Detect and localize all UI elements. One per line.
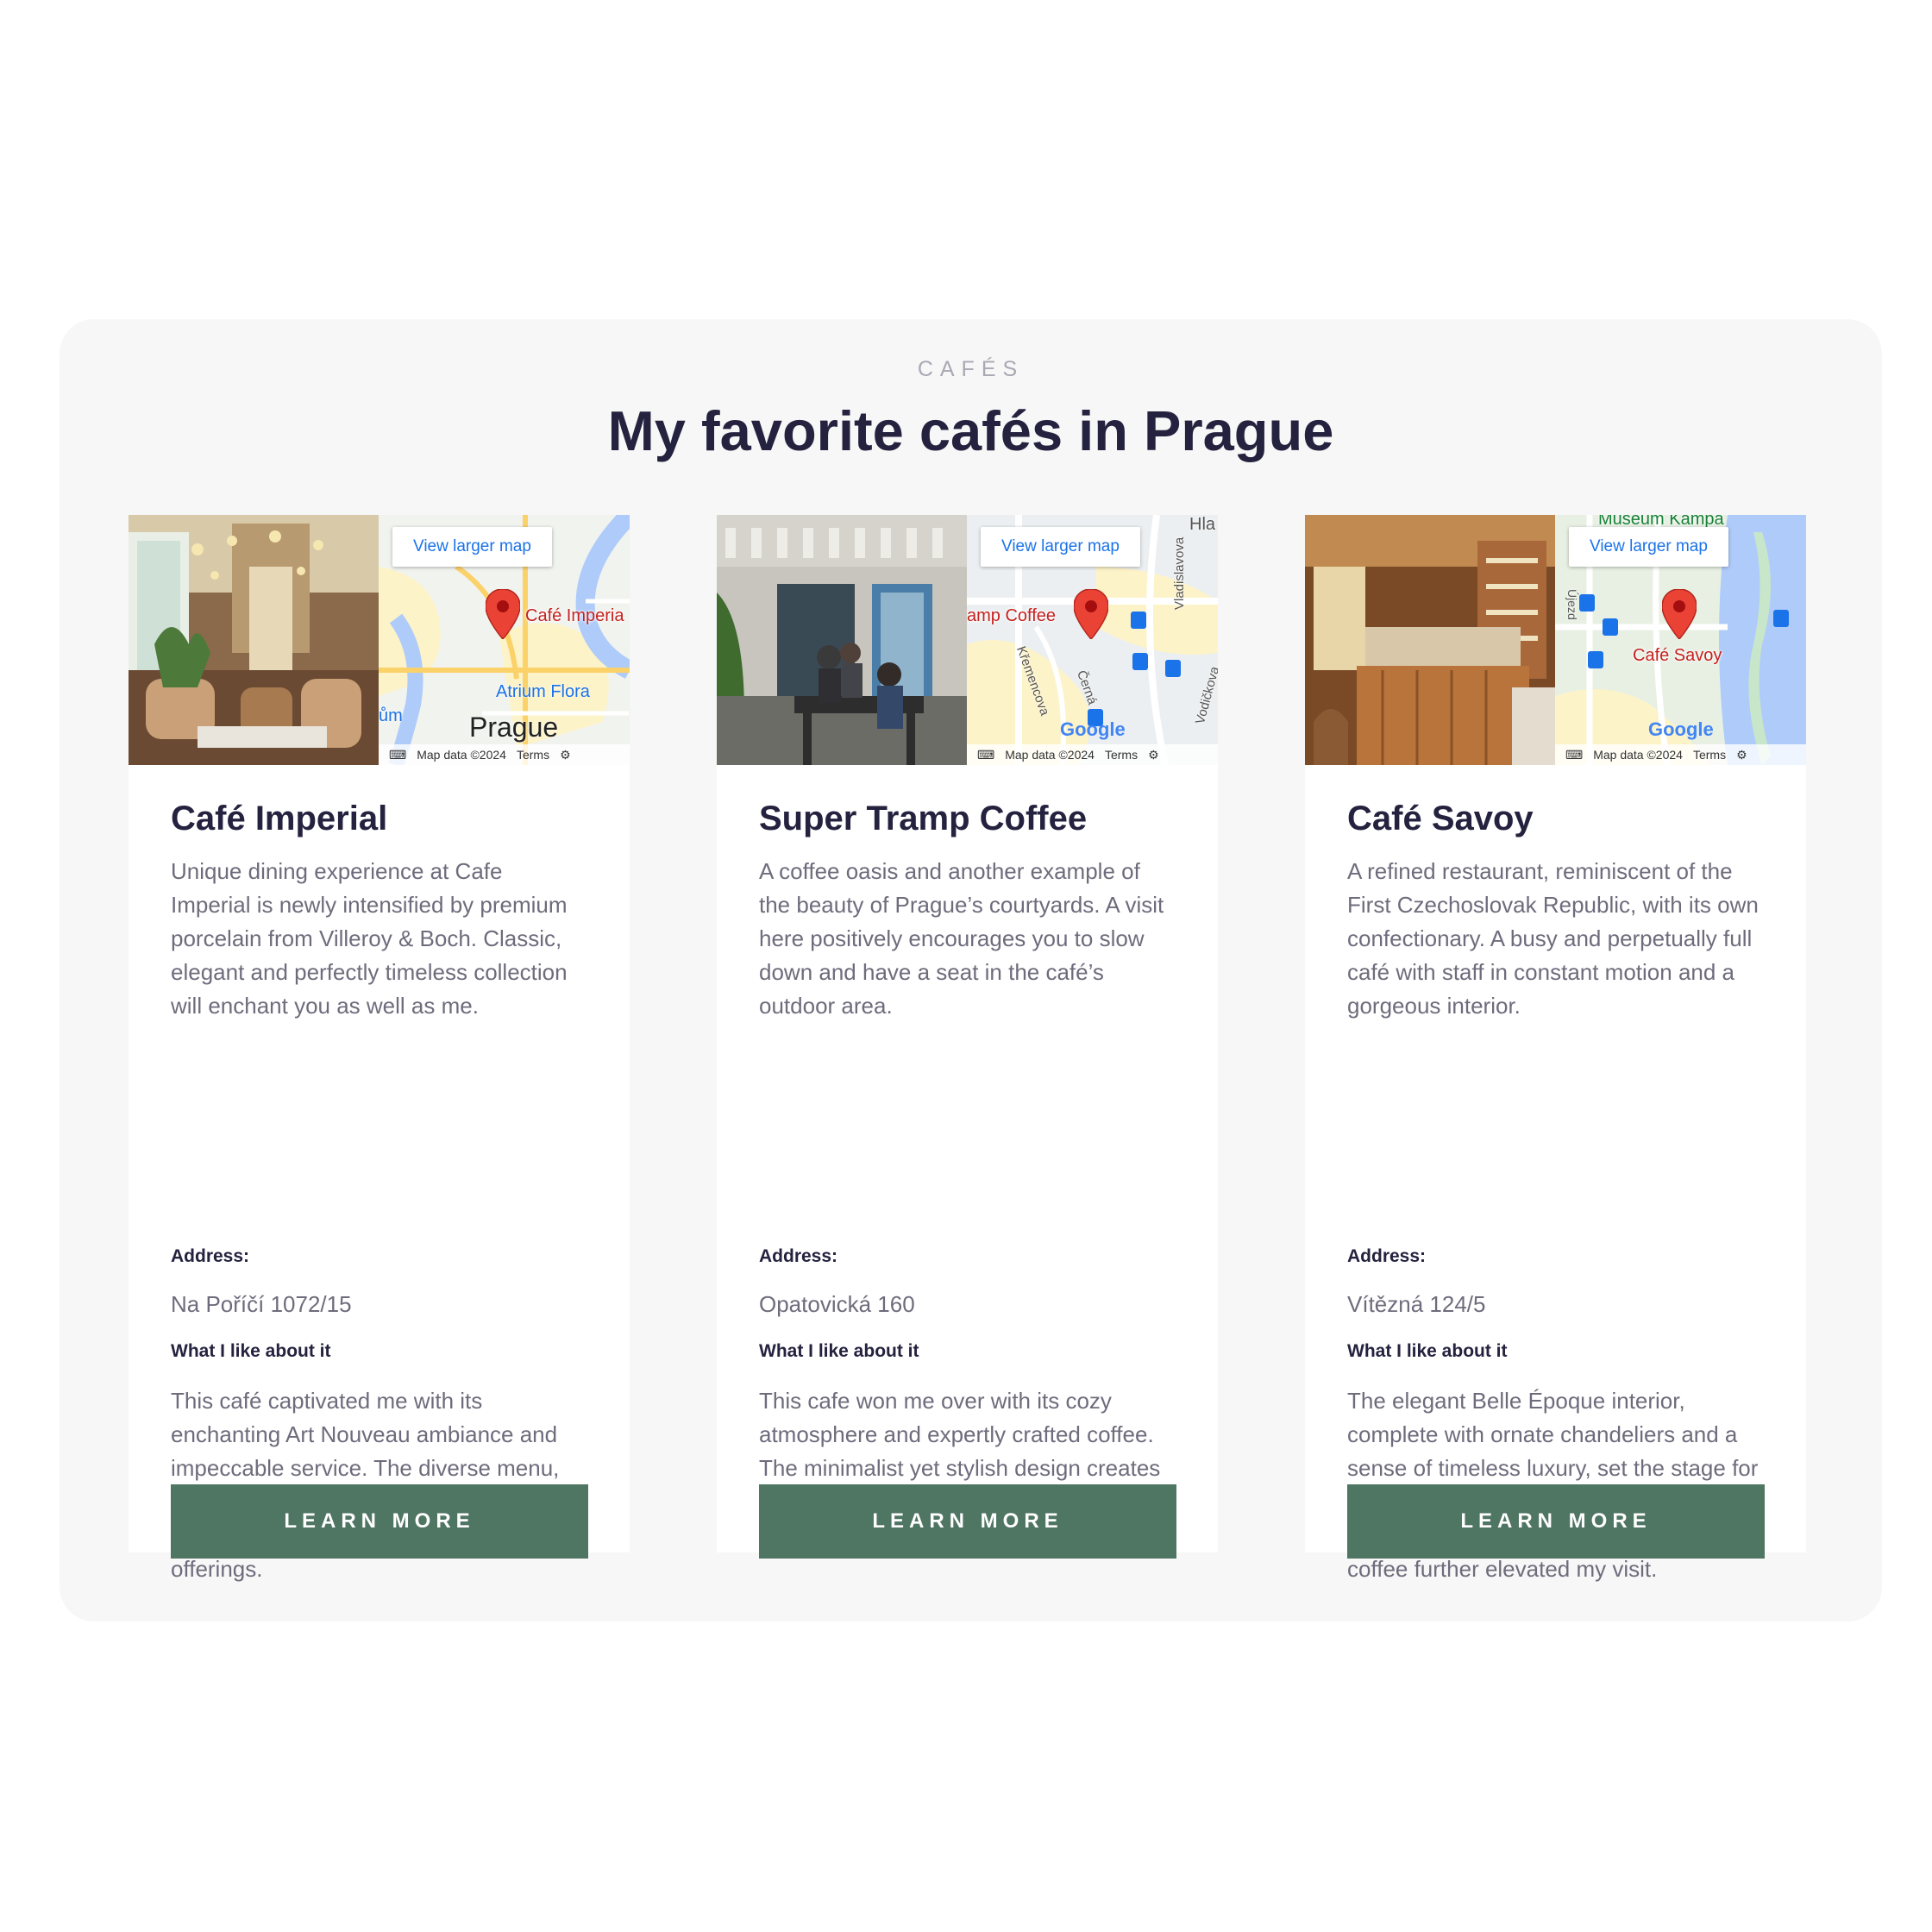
cafe-bar-image xyxy=(1305,515,1555,765)
cafe-photo xyxy=(129,515,379,765)
view-larger-map-link[interactable]: View larger map xyxy=(392,527,552,567)
map-data-text: Map data ©2024 xyxy=(1005,748,1095,762)
map-footer: ⌨ Map data ©2024 Terms ⚙ xyxy=(967,744,1218,765)
google-logo: Google xyxy=(1060,718,1126,740)
map-pin-label: amp Coffee xyxy=(967,606,1057,625)
cafe-map[interactable]: View larger map amp Coffee Hla Vladislav… xyxy=(967,515,1218,765)
cafe-courtyard-image xyxy=(717,515,967,765)
card-media: View larger map amp Coffee Hla Vladislav… xyxy=(717,515,1218,765)
map-footer: ⌨ Map data ©2024 Terms ⚙ xyxy=(379,744,630,765)
map-pin-icon xyxy=(1074,589,1108,639)
cafe-card-super-tramp: View larger map amp Coffee Hla Vladislav… xyxy=(717,515,1218,1559)
google-logo: Google xyxy=(1648,718,1714,740)
cafe-address: Vítězná 124/5 xyxy=(1347,1291,1486,1317)
map-street-label: Vladislavova xyxy=(1172,536,1187,610)
map-footer: ⌨ Map data ©2024 Terms ⚙ xyxy=(1555,744,1806,765)
map-pin-label: Café Imperia xyxy=(525,606,624,625)
map-terms-link[interactable]: Terms xyxy=(1105,748,1138,762)
map-data-text: Map data ©2024 xyxy=(1593,748,1683,762)
view-larger-map-link[interactable]: View larger map xyxy=(1569,527,1728,567)
map-place-label: Atrium Flora xyxy=(496,682,590,701)
like-label: What I like about it xyxy=(171,1341,331,1361)
cafe-photo xyxy=(717,515,967,765)
map-street-label: Újezd xyxy=(1565,589,1579,620)
cafe-description: Unique dining experience at Cafe Imperia… xyxy=(171,858,568,1019)
map-city-label: Prague xyxy=(469,712,559,743)
keyboard-icon[interactable]: ⌨ xyxy=(1565,748,1583,762)
keyboard-icon[interactable]: ⌨ xyxy=(389,748,406,762)
cafes-section: CAFÉS My favorite cafés in Prague View l… xyxy=(60,319,1882,1622)
address-label: Address: xyxy=(759,1246,838,1266)
section-eyebrow: CAFÉS xyxy=(917,357,1025,381)
map-pin-icon xyxy=(486,589,520,639)
cafe-address: Na Poříčí 1072/15 xyxy=(171,1291,352,1317)
map-terms-link[interactable]: Terms xyxy=(1693,748,1726,762)
cafe-map[interactable]: Museum Kampa View larger map Café Savoy … xyxy=(1555,515,1806,765)
like-label: What I like about it xyxy=(759,1341,919,1361)
section-title: My favorite cafés in Prague xyxy=(607,399,1334,462)
map-pin-label: Café Savoy xyxy=(1633,646,1722,665)
learn-more-button[interactable]: LEARN MORE xyxy=(759,1484,1176,1559)
card-media: View larger map Café Imperia Atrium Flor… xyxy=(129,515,630,765)
settings-icon[interactable]: ⚙ xyxy=(1736,748,1747,762)
map-data-text: Map data ©2024 xyxy=(417,748,506,762)
settings-icon[interactable]: ⚙ xyxy=(1148,748,1159,762)
cafe-map[interactable]: View larger map Café Imperia Atrium Flor… xyxy=(379,515,630,765)
cafe-description: A coffee oasis and another example of th… xyxy=(759,858,1164,1019)
map-pin-icon xyxy=(1662,589,1697,639)
cafe-name: Super Tramp Coffee xyxy=(759,800,1088,837)
cafe-address: Opatovická 160 xyxy=(759,1291,915,1317)
map-place-label: Hla xyxy=(1189,515,1216,534)
learn-more-button[interactable]: LEARN MORE xyxy=(1347,1484,1765,1559)
map-place-label: ům xyxy=(379,706,403,725)
settings-icon[interactable]: ⚙ xyxy=(560,748,571,762)
cafe-name: Café Imperial xyxy=(171,800,388,837)
address-label: Address: xyxy=(171,1246,250,1266)
view-larger-map-link[interactable]: View larger map xyxy=(981,527,1140,567)
cafe-photo xyxy=(1305,515,1555,765)
cafe-interior-image xyxy=(129,515,379,765)
learn-more-button[interactable]: LEARN MORE xyxy=(171,1484,588,1559)
like-label: What I like about it xyxy=(1347,1341,1508,1361)
cafe-card-savoy: Museum Kampa View larger map Café Savoy … xyxy=(1305,515,1806,1582)
keyboard-icon[interactable]: ⌨ xyxy=(977,748,994,762)
address-label: Address: xyxy=(1347,1246,1427,1266)
cafe-card-imperial: View larger map Café Imperia Atrium Flor… xyxy=(129,515,630,1582)
map-terms-link[interactable]: Terms xyxy=(517,748,549,762)
card-media: Museum Kampa View larger map Café Savoy … xyxy=(1305,515,1806,765)
cafe-description: A refined restaurant, reminiscent of the… xyxy=(1347,858,1759,1019)
cafe-name: Café Savoy xyxy=(1347,800,1534,837)
